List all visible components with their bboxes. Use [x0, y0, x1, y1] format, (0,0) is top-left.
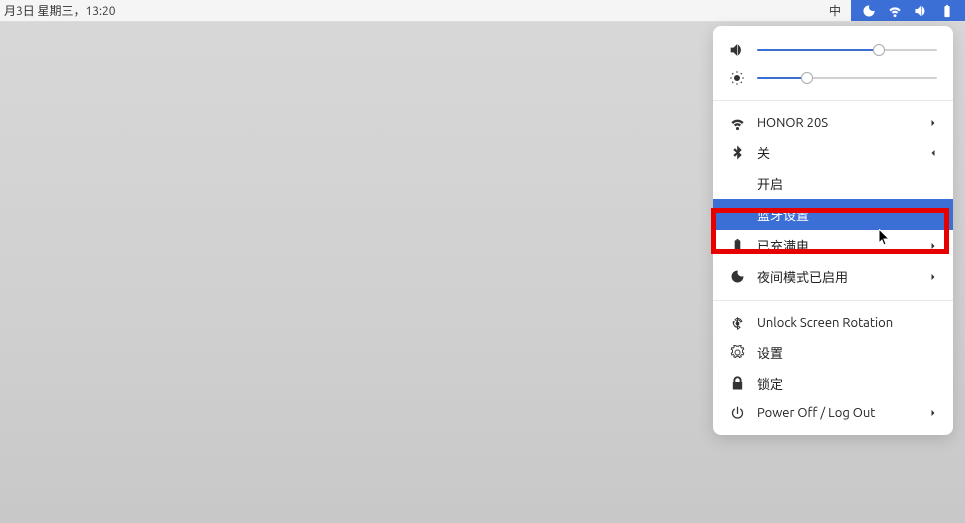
night-mode-icon — [861, 3, 877, 19]
chevron-right-icon — [929, 409, 937, 417]
divider — [713, 100, 953, 101]
nightmode-menu-item[interactable]: 夜间模式已启用 — [713, 261, 953, 292]
bluetooth-menu-item[interactable]: 关 — [713, 137, 953, 168]
bluetooth-on-item[interactable]: 开启 — [713, 168, 953, 199]
bluetooth-label: 关 — [757, 143, 917, 162]
lock-label: 锁定 — [757, 374, 937, 393]
ime-indicator[interactable]: 中 — [819, 2, 851, 19]
brightness-icon — [729, 70, 745, 86]
lock-menu-item[interactable]: 锁定 — [713, 368, 953, 399]
topbar: 月3日 星期三，13:20 中 — [0, 0, 965, 22]
bluetooth-on-label: 开启 — [757, 174, 937, 193]
volume-icon — [913, 3, 929, 19]
bluetooth-icon — [729, 145, 745, 161]
gear-icon — [729, 345, 745, 361]
chevron-down-icon — [929, 149, 937, 157]
volume-thumb[interactable] — [873, 44, 885, 56]
battery-icon — [939, 3, 955, 19]
volume-fill — [757, 49, 879, 51]
brightness-fill — [757, 77, 807, 79]
chevron-right-icon — [929, 273, 937, 281]
chevron-right-icon — [929, 119, 937, 127]
battery-icon — [729, 238, 745, 254]
power-icon — [729, 405, 745, 421]
chevron-right-icon — [929, 242, 937, 250]
brightness-slider-row — [713, 64, 953, 92]
volume-icon — [729, 42, 745, 58]
nightmode-label: 夜间模式已启用 — [757, 267, 917, 286]
brightness-thumb[interactable] — [801, 72, 813, 84]
volume-slider-row — [713, 36, 953, 64]
power-label: 已充满电 — [757, 236, 917, 255]
rotation-lock-icon — [729, 315, 745, 331]
rotation-label: Unlock Screen Rotation — [757, 316, 937, 330]
system-menu-popup: HONOR 20S 关 开启 蓝牙设置 已充满电 夜间模式已启用 — [713, 26, 953, 435]
bluetooth-settings-item[interactable]: 蓝牙设置 — [713, 199, 953, 230]
settings-label: 设置 — [757, 343, 937, 362]
topbar-right: 中 — [819, 0, 965, 21]
power-menu-item[interactable]: 已充满电 — [713, 230, 953, 261]
system-tray[interactable] — [851, 0, 965, 21]
poweroff-label: Power Off / Log Out — [757, 406, 917, 420]
night-mode-icon — [729, 269, 745, 285]
lock-icon — [729, 376, 745, 392]
settings-menu-item[interactable]: 设置 — [713, 337, 953, 368]
wifi-menu-item[interactable]: HONOR 20S — [713, 109, 953, 137]
wifi-icon — [887, 3, 903, 19]
divider — [713, 300, 953, 301]
brightness-slider[interactable] — [757, 70, 937, 86]
rotation-menu-item[interactable]: Unlock Screen Rotation — [713, 309, 953, 337]
bluetooth-settings-label: 蓝牙设置 — [757, 205, 937, 224]
datetime-label: 月3日 星期三，13:20 — [0, 2, 116, 19]
wifi-icon — [729, 115, 745, 131]
volume-slider[interactable] — [757, 42, 937, 58]
poweroff-menu-item[interactable]: Power Off / Log Out — [713, 399, 953, 427]
wifi-label: HONOR 20S — [757, 116, 917, 130]
